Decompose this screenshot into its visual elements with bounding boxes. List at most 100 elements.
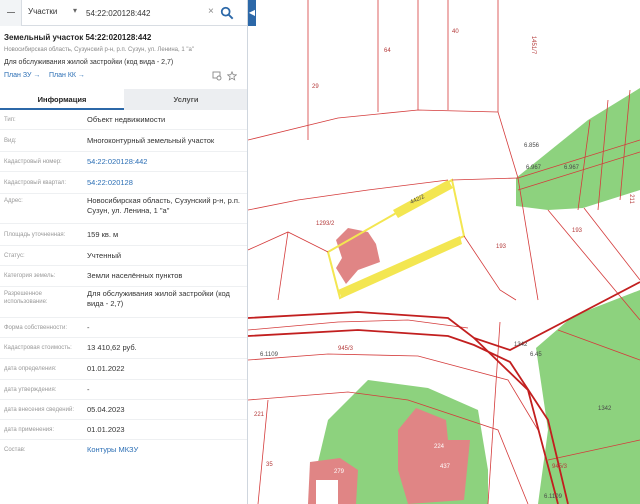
info-row: Площадь уточненная: 159 кв. м <box>0 224 247 246</box>
info-row: Тип: Объект недвижимости <box>0 110 247 130</box>
map-label: 40 <box>452 29 459 35</box>
row-value: 05.04.2023 <box>87 405 125 414</box>
row-value: 159 кв. м <box>87 230 119 239</box>
row-value: - <box>87 323 90 332</box>
info-row: дата применения: 01.01.2023 <box>0 420 247 440</box>
info-row: Форма собственности: - <box>0 318 247 338</box>
info-row: Разрешенное использование: Для обслужива… <box>0 287 247 318</box>
info-row: Кадастровый номер: 54:22:020128:442 <box>0 152 247 172</box>
chevron-left-icon: ◀ <box>248 8 256 17</box>
map-label: 1342 <box>514 342 528 348</box>
map-label: 221 <box>254 412 265 418</box>
info-row: Статус: Учтенный <box>0 246 247 266</box>
info-row: дата определения: 01.01.2022 <box>0 359 247 380</box>
map-label: 6.1109 <box>260 352 278 358</box>
info-row: дата утверждения: - <box>0 380 247 400</box>
map-canvas[interactable] <box>248 0 640 504</box>
map-label: 6.1109 <box>544 494 562 500</box>
info-row: Кадастровый квартал: 54:22:020128 <box>0 172 247 194</box>
map-label: 945/3 <box>552 464 568 470</box>
cadastral-number-link[interactable]: 54:22:020128:442 <box>87 157 245 167</box>
map-label: 224 <box>434 444 445 450</box>
green-area-east <box>536 290 640 504</box>
row-label: Состав: <box>4 447 26 453</box>
row-label: Статус: <box>4 253 25 259</box>
row-value: 01.01.2023 <box>87 425 125 434</box>
cadastral-quarter-link[interactable]: 54:22:020128 <box>87 178 245 188</box>
row-value: Для обслуживания жилой застройки (код ви… <box>87 289 230 308</box>
row-label: Разрешенное использование: <box>4 291 48 305</box>
map-label: 211 <box>627 194 634 204</box>
map-label: 1293/2 <box>316 221 335 227</box>
info-row: Состав: Контуры МКЗУ <box>0 440 247 460</box>
row-label: Площадь уточненная: <box>4 232 66 238</box>
row-value: 01.01.2022 <box>87 364 125 373</box>
row-label: дата утверждения: <box>4 387 57 393</box>
row-label: Тип: <box>4 117 16 123</box>
map-label: 193 <box>496 244 507 250</box>
info-row: Вид: Многоконтурный земельный участок <box>0 130 247 152</box>
row-value: 13 410,62 руб. <box>87 343 137 352</box>
map-label: 64 <box>384 48 391 54</box>
row-value: Учтенный <box>87 251 122 260</box>
collapse-panel-button[interactable]: ◀ <box>248 0 256 26</box>
row-label: дата определения: <box>4 366 57 372</box>
search-input[interactable] <box>86 5 206 21</box>
map-label: 945/3 <box>338 346 354 352</box>
plan-zu-link[interactable]: План ЗУ → <box>4 72 40 79</box>
row-label: Категория земель: <box>4 273 56 279</box>
row-value: Новосибирская область, Сузунский р-н, р.… <box>87 196 240 215</box>
row-value: Земли населённых пунктов <box>87 271 183 280</box>
clear-icon[interactable]: × <box>208 6 214 17</box>
row-label: дата внесения сведений: <box>4 407 74 413</box>
parcel-address: Новосибирская область, Сузунский р-н, р.… <box>4 47 194 53</box>
row-label: Вид: <box>4 138 17 144</box>
row-label: Кадастровый номер: <box>4 159 62 165</box>
star-icon[interactable] <box>226 70 238 81</box>
row-value: Объект недвижимости <box>87 115 166 124</box>
row-value: Многоконтурный земельный участок <box>87 136 215 145</box>
info-row: дата внесения сведений: 05.04.2023 <box>0 400 247 420</box>
parcel-purpose: Для обслуживания жилой застройки (код ви… <box>4 59 174 66</box>
row-label: дата применения: <box>4 427 55 433</box>
tab-services[interactable]: Услуги <box>124 89 247 110</box>
map-label: 35 <box>266 462 273 468</box>
map-label: 29 <box>312 84 319 90</box>
map-label: 193 <box>572 228 583 234</box>
map-label: 6.856 <box>524 143 540 149</box>
info-row: Категория земель: Земли населённых пункт… <box>0 266 247 287</box>
row-label: Форма собственности: <box>4 325 68 331</box>
building-white-inset <box>316 480 338 504</box>
menu-button[interactable] <box>0 0 22 26</box>
map-label: 441 <box>382 240 393 246</box>
search-icon <box>220 6 234 20</box>
tab-info[interactable]: Информация <box>0 89 124 110</box>
green-area-ne <box>516 88 640 210</box>
map-label: 6.45 <box>530 352 542 358</box>
row-value: - <box>87 385 90 394</box>
map-locate-icon[interactable] <box>212 71 222 81</box>
search-button[interactable] <box>220 4 236 22</box>
map-label: 279 <box>334 469 345 475</box>
map-label: 210 <box>384 252 395 258</box>
map-label: 437 <box>440 464 451 470</box>
search-bar: Участки ▾ × <box>0 0 247 26</box>
tab-bar: Информация Услуги <box>0 89 247 110</box>
info-row: Адрес: Новосибирская область, Сузунский … <box>0 194 247 224</box>
map-label: 6.967 <box>526 165 542 171</box>
row-label: Адрес: <box>4 198 23 204</box>
parcel-title: Земельный участок 54:22:020128:442 <box>4 33 152 42</box>
plan-kk-link[interactable]: План КК → <box>49 72 85 79</box>
map-label: 6.967 <box>564 165 580 171</box>
cadastral-map[interactable]: 40 64 29 1451/7 6.856 6.967 6.967 442/2 … <box>248 0 640 504</box>
app-root: 40 64 29 1451/7 6.856 6.967 6.967 442/2 … <box>0 0 640 504</box>
map-label: 1451/7 <box>530 35 537 55</box>
map-label: 1342 <box>598 406 612 412</box>
chevron-down-icon[interactable]: ▾ <box>73 6 77 15</box>
info-row: Кадастровая стоимость: 13 410,62 руб. <box>0 338 247 359</box>
composition-link[interactable]: Контуры МКЗУ <box>87 445 245 455</box>
info-panel: Участки ▾ × Земельный участок 54:22:0201… <box>0 0 248 504</box>
layer-select[interactable]: Участки <box>28 7 57 16</box>
row-label: Кадастровый квартал: <box>4 180 67 186</box>
row-label: Кадастровая стоимость: <box>4 345 72 351</box>
